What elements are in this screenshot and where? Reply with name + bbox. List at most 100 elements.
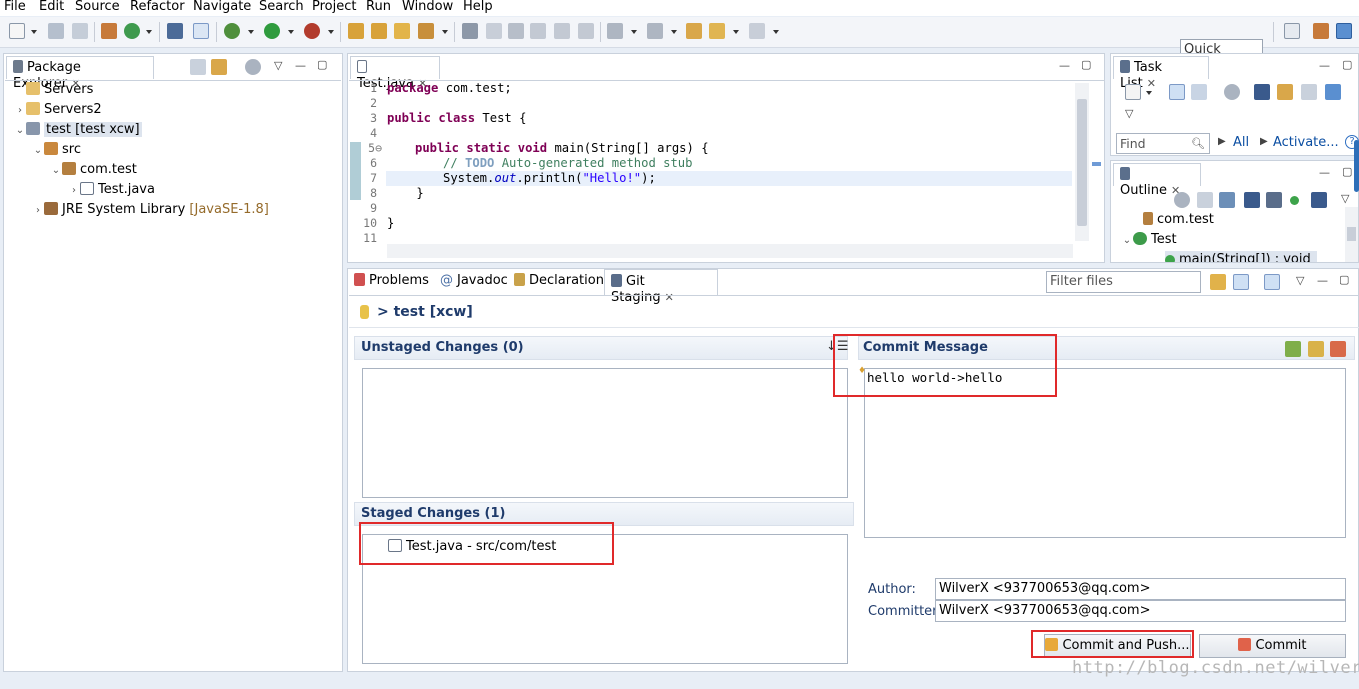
pin-icon[interactable] bbox=[462, 23, 478, 39]
open-task-icon[interactable] bbox=[371, 23, 387, 39]
show-whitespace-icon[interactable] bbox=[578, 23, 594, 39]
menu-navigate[interactable]: Navigate bbox=[193, 0, 251, 14]
committer-input[interactable]: WilverX <937700653@qq.com> bbox=[935, 600, 1346, 622]
tree-item-project-test[interactable]: ⌄ test [test xcw] bbox=[14, 121, 142, 140]
minimize-icon[interactable]: — bbox=[1319, 60, 1330, 72]
hide-static-icon[interactable] bbox=[1266, 192, 1282, 208]
author-input[interactable]: WilverX <937700653@qq.com> bbox=[935, 578, 1346, 600]
refresh-icon[interactable] bbox=[1210, 274, 1226, 290]
focus-on-active-task-icon[interactable] bbox=[245, 59, 261, 75]
search-icon[interactable] bbox=[394, 23, 410, 39]
tab-problems[interactable]: Problems bbox=[350, 273, 433, 295]
forward-icon[interactable] bbox=[749, 23, 765, 39]
run-icon[interactable] bbox=[264, 23, 280, 39]
sort-icon[interactable] bbox=[1219, 192, 1235, 208]
tree-item-test-java[interactable]: › Test.java bbox=[68, 181, 155, 200]
sync-icon[interactable] bbox=[1277, 84, 1293, 100]
tab-package-explorer[interactable]: Package Explorer ✕ bbox=[6, 56, 154, 91]
new-icon[interactable] bbox=[9, 23, 25, 39]
close-icon[interactable]: ✕ bbox=[1147, 77, 1156, 90]
view-menu-icon[interactable]: ▽ bbox=[1125, 108, 1133, 120]
menu-search[interactable]: Search bbox=[259, 0, 304, 14]
back-icon[interactable] bbox=[709, 23, 725, 39]
maximize-icon[interactable]: ▢ bbox=[1081, 59, 1091, 71]
run-external-tool-icon[interactable] bbox=[304, 23, 320, 39]
java-perspective-icon[interactable] bbox=[1336, 23, 1352, 39]
java-ee-perspective-icon[interactable] bbox=[1313, 23, 1329, 39]
tab-test-java[interactable]: Test.java ✕ bbox=[350, 56, 440, 91]
code-area[interactable]: package com.test; public class Test { pu… bbox=[387, 81, 1067, 251]
next-annotation-icon[interactable] bbox=[418, 23, 434, 39]
categorized-icon[interactable] bbox=[1169, 84, 1185, 100]
tree-item-jre-library[interactable]: › JRE System Library [JavaSE-1.8] bbox=[32, 201, 269, 220]
outline-item-class-test[interactable]: ⌄ Test bbox=[1121, 231, 1177, 250]
focus-icon[interactable] bbox=[1174, 192, 1190, 208]
previous-edit-location-icon[interactable] bbox=[647, 23, 663, 39]
minimize-icon[interactable]: — bbox=[1059, 60, 1070, 72]
menu-edit[interactable]: Edit bbox=[39, 0, 64, 14]
activate-link[interactable]: Activate... bbox=[1273, 135, 1339, 150]
menu-help[interactable]: Help bbox=[463, 0, 493, 14]
toggle-breadcrumb-icon[interactable] bbox=[508, 23, 524, 39]
view-menu-icon[interactable]: ▽ bbox=[1296, 275, 1304, 287]
hide-fields-icon[interactable] bbox=[1244, 192, 1260, 208]
outline-item-package[interactable]: com.test bbox=[1143, 211, 1214, 229]
minimize-icon[interactable]: — bbox=[295, 60, 306, 72]
save-all-icon[interactable] bbox=[72, 23, 88, 39]
maximize-icon[interactable]: ▢ bbox=[1342, 166, 1352, 178]
last-edit-location-icon[interactable] bbox=[686, 23, 702, 39]
open-type-icon[interactable] bbox=[348, 23, 364, 39]
link-selection-icon[interactable] bbox=[1233, 274, 1249, 290]
link-with-editor-icon[interactable] bbox=[211, 59, 227, 75]
block-selection-icon[interactable] bbox=[530, 23, 546, 39]
tab-javadoc[interactable]: @ Javadoc bbox=[436, 273, 512, 295]
refresh-icon[interactable] bbox=[124, 23, 140, 39]
next-edit-location-icon[interactable] bbox=[607, 23, 623, 39]
tree-item-src[interactable]: ⌄ src bbox=[32, 141, 81, 160]
task-repositories-icon[interactable] bbox=[1325, 84, 1341, 100]
menu-file[interactable]: File bbox=[4, 0, 26, 14]
menu-source[interactable]: Source bbox=[75, 0, 120, 14]
new-task-icon[interactable] bbox=[1125, 84, 1141, 100]
tab-task-list[interactable]: Task List✕ bbox=[1113, 56, 1209, 91]
toggle-mark-occurrences-icon[interactable] bbox=[193, 23, 209, 39]
scheduled-icon[interactable] bbox=[1191, 84, 1207, 100]
task-find-input[interactable]: Find 🔍︎ bbox=[1116, 133, 1210, 154]
collapse-all-icon[interactable] bbox=[190, 59, 206, 75]
maximize-icon[interactable]: ▢ bbox=[1342, 59, 1352, 71]
menu-window[interactable]: Window bbox=[402, 0, 453, 14]
tab-git-staging[interactable]: Git Staging ✕ bbox=[604, 269, 718, 305]
edit-icon[interactable] bbox=[486, 23, 502, 39]
collapse-icon[interactable] bbox=[1301, 84, 1317, 100]
horizontal-scrollbar[interactable] bbox=[387, 244, 1073, 258]
hide-non-public-icon[interactable] bbox=[1290, 196, 1299, 205]
hide-completed-icon[interactable] bbox=[1254, 84, 1270, 100]
open-perspective-icon[interactable] bbox=[1284, 23, 1300, 39]
menu-project[interactable]: Project bbox=[312, 0, 356, 14]
add-signed-off-icon[interactable] bbox=[1308, 341, 1324, 357]
tree-item-com-test[interactable]: ⌄ com.test bbox=[50, 161, 137, 180]
add-change-id-icon[interactable] bbox=[1330, 341, 1346, 357]
close-icon[interactable]: ✕ bbox=[665, 291, 674, 304]
minimize-icon[interactable]: — bbox=[1319, 167, 1330, 179]
save-icon[interactable] bbox=[48, 23, 64, 39]
maximize-icon[interactable]: ▢ bbox=[1339, 274, 1349, 286]
all-link[interactable]: All bbox=[1233, 135, 1249, 150]
view-menu-icon[interactable]: ▽ bbox=[1341, 193, 1349, 205]
collapse-all-icon[interactable] bbox=[1197, 192, 1213, 208]
unstaged-changes-list[interactable] bbox=[362, 368, 848, 498]
tree-item-servers2[interactable]: › Servers2 bbox=[14, 101, 102, 120]
maximize-icon[interactable]: ▢ bbox=[317, 59, 327, 71]
menu-refactor[interactable]: Refactor bbox=[130, 0, 185, 14]
tab-outline[interactable]: Outline ✕ bbox=[1113, 163, 1201, 198]
word-wrap-icon[interactable] bbox=[554, 23, 570, 39]
outline-scrollbar[interactable] bbox=[1345, 207, 1358, 262]
hide-local-types-icon[interactable] bbox=[1311, 192, 1327, 208]
view-menu-icon[interactable]: ▽ bbox=[274, 60, 282, 72]
new-java-project-icon[interactable] bbox=[101, 23, 117, 39]
amend-icon[interactable] bbox=[1285, 341, 1301, 357]
filter-files-input[interactable]: Filter files bbox=[1046, 271, 1201, 293]
commit-button[interactable]: Commit bbox=[1199, 634, 1346, 658]
presentation-icon[interactable] bbox=[1264, 274, 1280, 290]
minimize-icon[interactable]: — bbox=[1317, 275, 1328, 287]
